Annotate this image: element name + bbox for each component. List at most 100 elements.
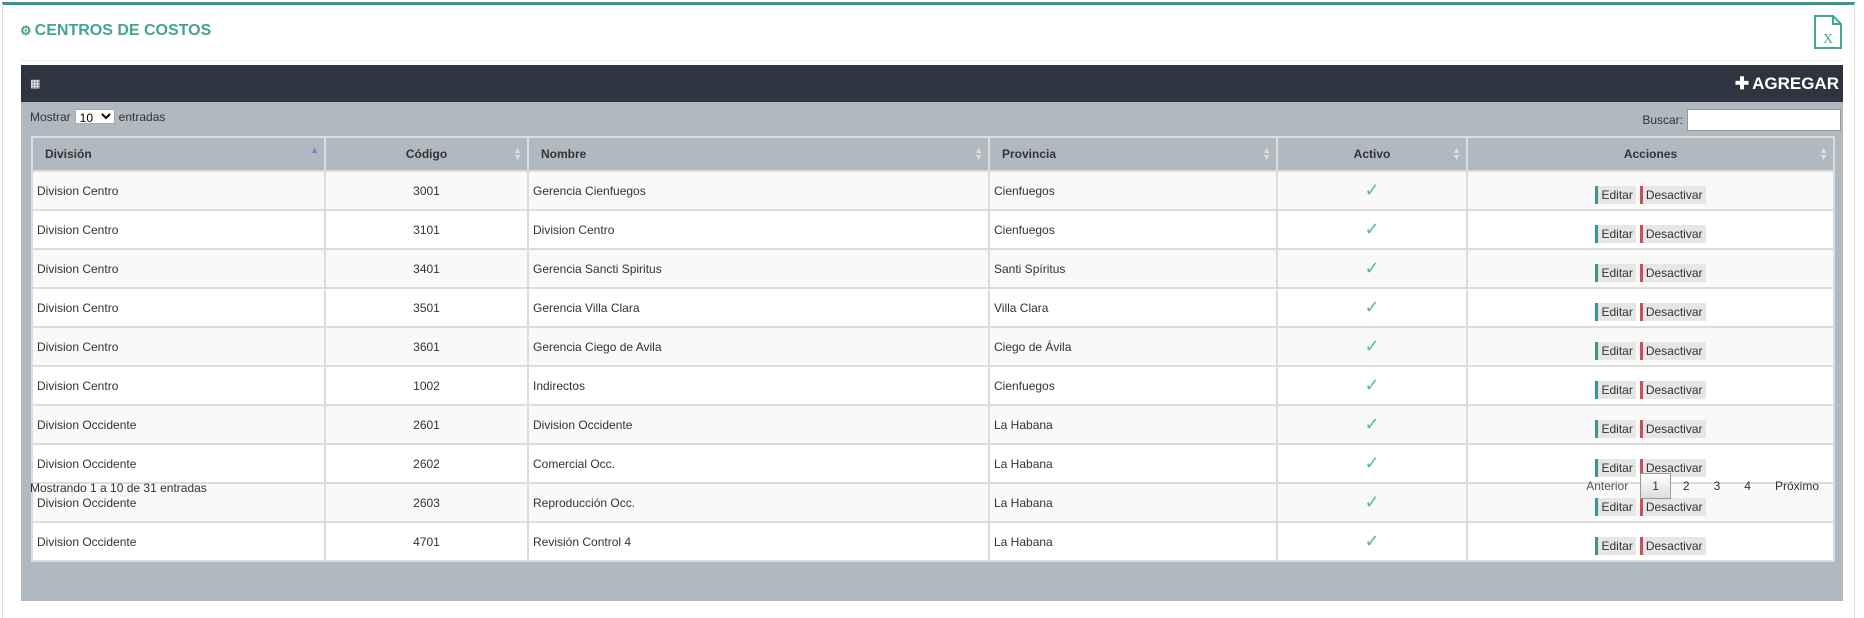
svg-text:X: X [1823,32,1833,47]
edit-button[interactable]: Editar [1595,263,1636,282]
check-icon: ✓ [1364,492,1380,512]
check-icon: ✓ [1364,375,1380,395]
search-input[interactable] [1687,109,1841,131]
pagination-next[interactable]: Próximo [1763,473,1831,499]
cell-acciones: Editar Desactivar [1466,170,1835,211]
cell-division: Division Centro [31,209,326,250]
column-header-nombre[interactable]: Nombre ▲ ▼ [527,136,990,172]
sort-icon: ▲ ▼ [513,145,522,162]
search-control: Buscar: [1642,109,1841,131]
edit-button[interactable]: Editar [1595,302,1636,321]
pagination: Anterior 1 2 3 4 Próximo [1574,473,1831,499]
column-header-acciones[interactable]: Acciones ▲ ▼ [1466,136,1835,172]
cell-division: Division Occidente [31,404,326,445]
cell-acciones: Editar Desactivar [1466,326,1835,367]
check-icon: ✓ [1364,258,1380,278]
table-row: Division Centro 3001 Gerencia Cienfuegos… [31,170,1835,211]
add-button[interactable]: ✚ AGREGAR [1735,74,1839,94]
pagination-page[interactable]: 2 [1671,473,1702,499]
check-icon: ✓ [1364,336,1380,356]
column-header-label: Acciones [1623,147,1678,161]
deactivate-button[interactable]: Desactivar [1639,224,1706,243]
edit-button[interactable]: Editar [1595,419,1636,438]
cell-acciones: Editar Desactivar [1466,209,1835,250]
deactivate-button[interactable]: Desactivar [1639,185,1706,204]
edit-button[interactable]: Editar [1595,341,1636,360]
pagination-page[interactable]: 4 [1732,473,1763,499]
deactivate-button[interactable]: Desactivar [1639,419,1706,438]
cell-codigo: 4701 [324,521,529,562]
page-title-text: CENTROS DE COSTOS [34,22,212,39]
column-header-label: División [45,147,92,161]
search-label: Buscar: [1642,113,1683,127]
table-icon: ▦ [30,78,41,90]
cell-provincia: Cienfuegos [988,209,1278,250]
table-row: Division Centro 3501 Gerencia Villa Clar… [31,287,1835,328]
cell-activo: ✓ [1276,287,1468,328]
deactivate-button[interactable]: Desactivar [1639,536,1706,555]
cell-codigo: 3601 [324,326,529,367]
cell-activo: ✓ [1276,404,1468,445]
column-header-label: Activo [1353,147,1391,161]
cell-activo: ✓ [1276,248,1468,289]
cell-division: Division Centro [31,248,326,289]
column-header-label: Código [405,147,448,161]
excel-export-icon[interactable]: X [1813,14,1843,50]
cell-codigo: 2602 [324,443,529,484]
show-label: Mostrar [30,109,71,124]
cell-nombre: Gerencia Ciego de Avila [527,326,990,367]
cell-provincia: La Habana [988,443,1278,484]
table-row: Division Occidente 4701 Revisión Control… [31,521,1835,562]
edit-button[interactable]: Editar [1595,497,1636,516]
cell-division: Division Centro [31,170,326,211]
table-row: Division Centro 3601 Gerencia Ciego de A… [31,326,1835,367]
cell-codigo: 3401 [324,248,529,289]
cell-nombre: Division Centro [527,209,990,250]
cell-division: Division Occidente [31,521,326,562]
column-header-codigo[interactable]: Código ▲ ▼ [324,136,529,172]
cell-provincia: Villa Clara [988,287,1278,328]
table-row: Division Centro 3401 Gerencia Sancti Spi… [31,248,1835,289]
cell-nombre: Comercial Occ. [527,443,990,484]
cell-activo: ✓ [1276,209,1468,250]
deactivate-button[interactable]: Desactivar [1639,380,1706,399]
pagination-page[interactable]: 1 [1640,473,1671,499]
column-header-division[interactable]: División ▲ [31,136,326,172]
gear-icon: ⚙ [20,23,32,38]
cell-provincia: La Habana [988,404,1278,445]
cost-centers-table: División ▲ Código ▲ ▼ Nombre ▲ ▼ Provincia ▲ ▼ Acti… [31,136,1835,562]
cell-activo: ✓ [1276,170,1468,211]
pagination-previous[interactable]: Anterior [1574,473,1640,499]
cell-acciones: Editar Desactivar [1466,365,1835,406]
cell-nombre: Gerencia Villa Clara [527,287,990,328]
cell-acciones: Editar Desactivar [1466,404,1835,445]
column-header-activo[interactable]: Activo ▲ ▼ [1276,136,1468,172]
deactivate-button[interactable]: Desactivar [1639,497,1706,516]
pagination-page[interactable]: 3 [1702,473,1733,499]
cell-codigo: 2601 [324,404,529,445]
check-icon: ✓ [1364,297,1380,317]
table-panel: ▦ ✚ AGREGAR Mostrar 10 entradas Buscar: D… [21,65,1843,601]
cell-division: Division Occidente [31,443,326,484]
column-header-label: Nombre [541,147,587,161]
cell-division: Division Centro [31,365,326,406]
cell-acciones: Editar Desactivar [1466,248,1835,289]
table-row: Division Occidente 2603 Reproducción Occ… [31,482,1835,523]
deactivate-button[interactable]: Desactivar [1639,263,1706,282]
deactivate-button[interactable]: Desactivar [1639,302,1706,321]
cell-activo: ✓ [1276,521,1468,562]
column-header-provincia[interactable]: Provincia ▲ ▼ [988,136,1278,172]
cell-activo: ✓ [1276,443,1468,484]
deactivate-button[interactable]: Desactivar [1639,341,1706,360]
sort-icon: ▲ ▼ [1819,145,1828,162]
sort-asc-icon: ▲ [310,145,319,155]
edit-button[interactable]: Editar [1595,380,1636,399]
cell-provincia: Cienfuegos [988,365,1278,406]
edit-button[interactable]: Editar [1595,185,1636,204]
edit-button[interactable]: Editar [1595,536,1636,555]
cell-provincia: Cienfuegos [988,170,1278,211]
edit-button[interactable]: Editar [1595,224,1636,243]
page-size-select[interactable]: 10 [74,109,115,124]
check-icon: ✓ [1364,180,1380,200]
check-icon: ✓ [1364,531,1380,551]
